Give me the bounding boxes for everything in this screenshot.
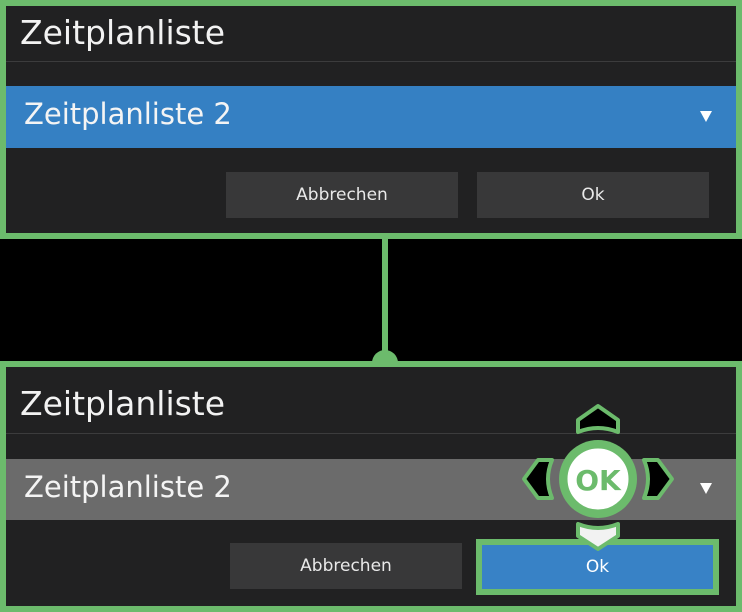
chevron-down-icon (700, 111, 712, 122)
cancel-button[interactable]: Abbrechen (226, 172, 458, 218)
left-arrow-icon (522, 458, 554, 500)
ok-button-label: OK (575, 464, 622, 497)
title-divider (6, 61, 736, 62)
ok-button[interactable]: Ok (477, 172, 709, 218)
dialog-title: Zeitplanliste (20, 13, 226, 52)
dialog-title: Zeitplanliste (20, 384, 226, 423)
remote-dpad-hint: OK (520, 402, 675, 554)
right-arrow-icon (642, 458, 674, 500)
dropdown-selected-value: Zeitplanliste 2 (24, 470, 232, 504)
down-arrow-icon (576, 522, 620, 551)
dialog-before: Zeitplanliste Zeitplanliste 2 Abbrechen … (0, 0, 742, 239)
step-connector-line (382, 239, 388, 359)
chevron-down-icon (700, 483, 712, 494)
dropdown-selected-value: Zeitplanliste 2 (24, 97, 232, 131)
up-arrow-icon (576, 404, 620, 434)
schedule-list-dropdown[interactable]: Zeitplanliste 2 (6, 86, 736, 148)
cancel-button[interactable]: Abbrechen (230, 543, 462, 589)
